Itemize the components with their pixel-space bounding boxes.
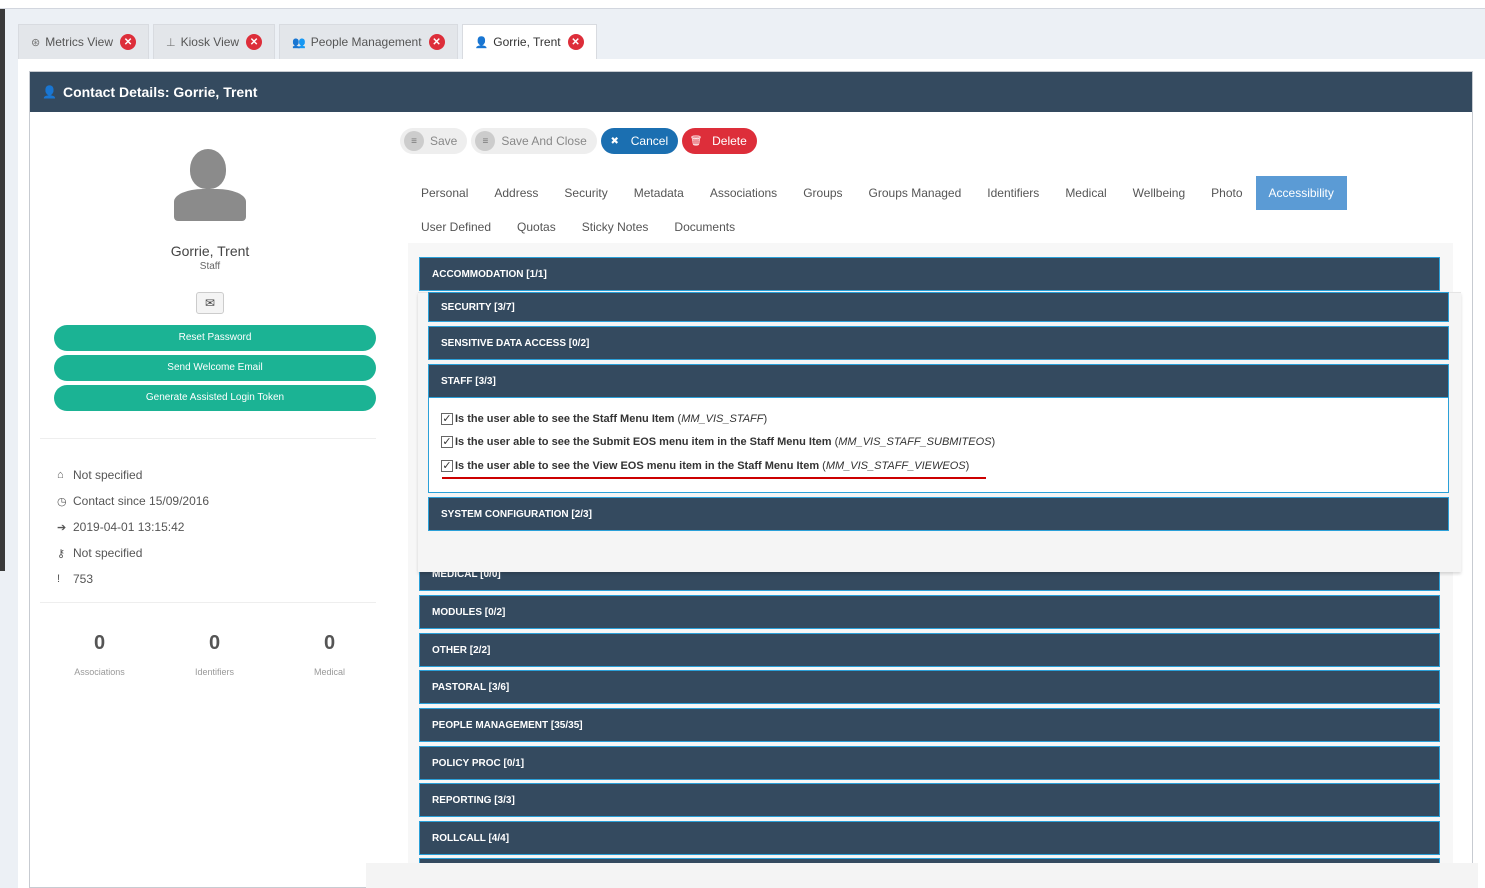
close-icon: ✖ bbox=[610, 135, 619, 147]
tab-gorrie-trent[interactable]: 👤 Gorrie, Trent ✕ bbox=[461, 24, 597, 59]
close-icon[interactable]: ✕ bbox=[120, 34, 137, 50]
tab-metrics-view[interactable]: ⊛ Metrics View ✕ bbox=[18, 24, 150, 59]
gauge-icon: ⊛ bbox=[31, 36, 41, 49]
key-icon: ⚷ bbox=[57, 547, 66, 560]
checkbox-row: ✓ Is the user able to see the Staff Menu… bbox=[441, 413, 768, 425]
info-id: ! 753 bbox=[57, 572, 94, 586]
detail-tabs: Personal Address Security Metadata Assoc… bbox=[408, 176, 1368, 244]
sign-in-icon: ➔ bbox=[57, 521, 67, 534]
panel-header: 👤 Contact Details: Gorrie, Trent bbox=[30, 72, 1472, 112]
cancel-button[interactable]: ✖ Cancel bbox=[600, 128, 679, 154]
tab-documents[interactable]: Documents bbox=[661, 210, 748, 244]
document-tab-bar: ⊛ Metrics View ✕ ⊥ Kiosk View ✕ 👥 People… bbox=[18, 24, 601, 59]
profile-card: Gorrie, Trent Staff ✉ Reset Password Sen… bbox=[42, 145, 378, 415]
tab-metadata[interactable]: Metadata bbox=[621, 176, 697, 210]
tab-wellbeing[interactable]: Wellbeing bbox=[1120, 176, 1198, 210]
exclamation-icon: ! bbox=[57, 573, 61, 585]
user-icon: 👤 bbox=[42, 85, 57, 99]
section-modules[interactable]: MODULES [0/2] bbox=[419, 595, 1440, 629]
profile-role: Staff bbox=[199, 261, 221, 272]
stat-identifiers: 0 Identifiers bbox=[194, 632, 235, 677]
generate-login-token-button[interactable]: Generate Assisted Login Token bbox=[54, 385, 376, 411]
divider bbox=[40, 602, 376, 603]
close-icon[interactable]: ✕ bbox=[246, 34, 263, 50]
contact-info-list: ⌂ Not specified ◷ Contact since 15/09/20… bbox=[57, 462, 209, 592]
section-rollcall[interactable]: ROLLCALL [4/4] bbox=[419, 821, 1440, 855]
profile-name: Gorrie, Trent bbox=[170, 243, 250, 259]
user-icon: 👤 bbox=[474, 36, 489, 49]
save-and-close-button[interactable]: ≡ Save And Close bbox=[471, 128, 597, 154]
save-button[interactable]: ≡ Save bbox=[400, 128, 468, 154]
tab-security[interactable]: Security bbox=[551, 176, 620, 210]
database-icon: ≡ bbox=[475, 131, 496, 151]
tab-label: Kiosk View bbox=[180, 35, 240, 49]
info-address: ⌂ Not specified bbox=[57, 468, 143, 482]
divider bbox=[40, 438, 376, 439]
tab-associations[interactable]: Associations bbox=[697, 176, 790, 210]
section-staff[interactable]: STAFF [3/3] bbox=[428, 364, 1449, 398]
delete-button[interactable]: 🗑 Delete bbox=[682, 128, 757, 154]
bottom-bar bbox=[366, 863, 1478, 888]
info-contact-since: ◷ Contact since 15/09/2016 bbox=[57, 494, 210, 508]
section-accommodation[interactable]: ACCOMMODATION [1/1] bbox=[419, 257, 1440, 291]
stats-row: 0 Associations 0 Identifiers 0 Medical bbox=[42, 632, 387, 677]
section-pastoral[interactable]: PASTORAL [3/6] bbox=[419, 670, 1440, 704]
tab-personal[interactable]: Personal bbox=[408, 176, 481, 210]
tab-people-management[interactable]: 👥 People Management ✕ bbox=[279, 24, 458, 59]
left-edge bbox=[0, 9, 5, 571]
tab-groups-managed[interactable]: Groups Managed bbox=[856, 176, 975, 210]
avatar bbox=[170, 145, 250, 225]
section-system-configuration[interactable]: SYSTEM CONFIGURATION [2/3] bbox=[428, 497, 1449, 531]
stat-associations: 0 Associations bbox=[74, 632, 125, 677]
tab-quotas[interactable]: Quotas bbox=[504, 210, 569, 244]
checkbox-row: ✓ Is the user able to see the Submit EOS… bbox=[441, 436, 996, 448]
section-sensitive-data-access[interactable]: SENSITIVE DATA ACCESS [0/2] bbox=[428, 326, 1449, 360]
envelope-icon: ✉ bbox=[204, 296, 216, 310]
tab-label: Metrics View bbox=[45, 35, 114, 49]
checkbox[interactable]: ✓ bbox=[441, 460, 453, 472]
users-icon: 👥 bbox=[292, 36, 306, 49]
section-security[interactable]: SECURITY [3/7] bbox=[428, 292, 1449, 322]
tab-groups[interactable]: Groups bbox=[790, 176, 855, 210]
tab-address[interactable]: Address bbox=[481, 176, 551, 210]
clock-icon: ◷ bbox=[57, 495, 67, 508]
panel-title: Contact Details: Gorrie, Trent bbox=[62, 84, 258, 100]
stat-medical: 0 Medical bbox=[313, 632, 345, 677]
trash-icon: 🗑 bbox=[689, 135, 703, 147]
top-bar bbox=[0, 0, 1485, 9]
checkbox[interactable]: ✓ bbox=[441, 436, 453, 448]
home-icon: ⌂ bbox=[57, 469, 64, 481]
tab-kiosk-view[interactable]: ⊥ Kiosk View ✕ bbox=[153, 24, 276, 59]
section-policy-proc[interactable]: POLICY PROC [0/1] bbox=[419, 746, 1440, 780]
email-button[interactable]: ✉ bbox=[196, 292, 224, 314]
reset-password-button[interactable]: Reset Password bbox=[54, 325, 376, 351]
info-key: ⚷ Not specified bbox=[57, 546, 143, 560]
section-other[interactable]: OTHER [2/2] bbox=[419, 633, 1440, 667]
tab-user-defined[interactable]: User Defined bbox=[408, 210, 504, 244]
close-icon[interactable]: ✕ bbox=[567, 34, 584, 50]
section-reporting[interactable]: REPORTING [3/3] bbox=[419, 783, 1440, 817]
send-welcome-email-button[interactable]: Send Welcome Email bbox=[54, 355, 376, 381]
tab-accessibility[interactable]: Accessibility bbox=[1255, 176, 1347, 210]
highlight-underline bbox=[442, 477, 986, 479]
checkbox[interactable]: ✓ bbox=[441, 413, 453, 425]
action-toolbar: ≡ Save ≡ Save And Close ✖ Cancel 🗑 Delet… bbox=[400, 128, 761, 154]
section-people-management[interactable]: PEOPLE MANAGEMENT [35/35] bbox=[419, 708, 1440, 742]
tab-photo[interactable]: Photo bbox=[1198, 176, 1255, 210]
checkbox-row: ✓ Is the user able to see the View EOS m… bbox=[441, 460, 970, 472]
tab-label: Gorrie, Trent bbox=[493, 35, 561, 49]
database-icon: ≡ bbox=[404, 131, 424, 151]
info-last-login: ➔ 2019-04-01 13:15:42 bbox=[57, 520, 185, 534]
tab-medical[interactable]: Medical bbox=[1052, 176, 1119, 210]
tab-identifiers[interactable]: Identifiers bbox=[974, 176, 1052, 210]
tab-row-2: User Defined Quotas Sticky Notes Documen… bbox=[408, 210, 1368, 244]
close-icon[interactable]: ✕ bbox=[428, 34, 445, 50]
tab-sticky-notes[interactable]: Sticky Notes bbox=[569, 210, 662, 244]
tab-label: People Management bbox=[310, 35, 422, 49]
tab-row-1: Personal Address Security Metadata Assoc… bbox=[408, 176, 1368, 210]
pin-icon: ⊥ bbox=[166, 36, 176, 49]
